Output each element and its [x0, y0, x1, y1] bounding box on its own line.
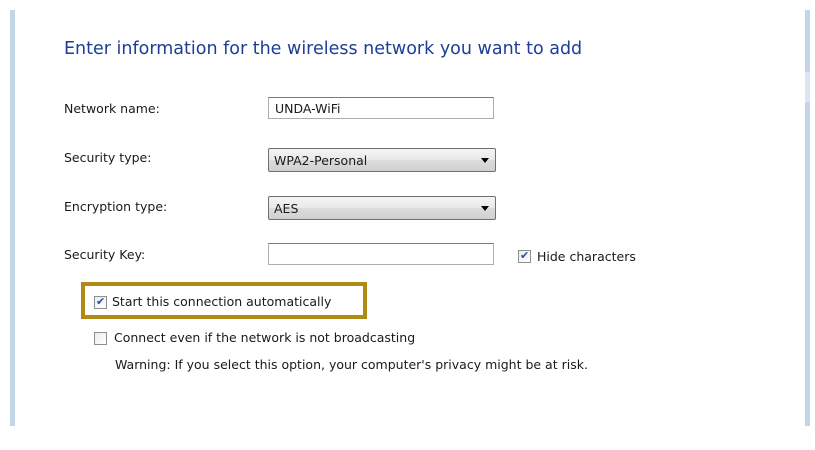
privacy-warning: Warning: If you select this option, your…	[115, 357, 588, 372]
start-automatically-label: Start this connection automatically	[112, 294, 332, 309]
chevron-down-icon	[481, 158, 489, 163]
connect-not-broadcasting-checkbox[interactable]	[94, 332, 107, 345]
page-title: Enter information for the wireless netwo…	[64, 39, 583, 59]
encryption-type-select[interactable]: AES	[268, 196, 496, 220]
security-type-select[interactable]: WPA2-Personal	[268, 148, 496, 172]
network-name-field[interactable]: UNDA-WiFi	[268, 97, 494, 119]
hide-characters-checkbox[interactable]	[518, 249, 531, 263]
window-left-edge	[10, 10, 15, 426]
security-type-label: Security type:	[64, 150, 152, 165]
network-name-label: Network name:	[64, 101, 160, 116]
encryption-type-label: Encryption type:	[64, 199, 168, 214]
start-automatically-checkbox[interactable]	[94, 295, 107, 309]
security-key-label: Security Key:	[64, 247, 146, 262]
encryption-type-value: AES	[274, 201, 299, 216]
network-name-value: UNDA-WiFi	[275, 101, 341, 116]
chevron-down-icon	[481, 206, 489, 211]
security-type-value: WPA2-Personal	[274, 153, 368, 168]
window-right-edge	[805, 10, 810, 426]
connect-not-broadcasting-label: Connect even if the network is not broad…	[114, 330, 416, 345]
security-key-field[interactable]	[268, 243, 494, 265]
scroll-thumb[interactable]	[805, 72, 810, 102]
hide-characters-label: Hide characters	[537, 249, 636, 264]
